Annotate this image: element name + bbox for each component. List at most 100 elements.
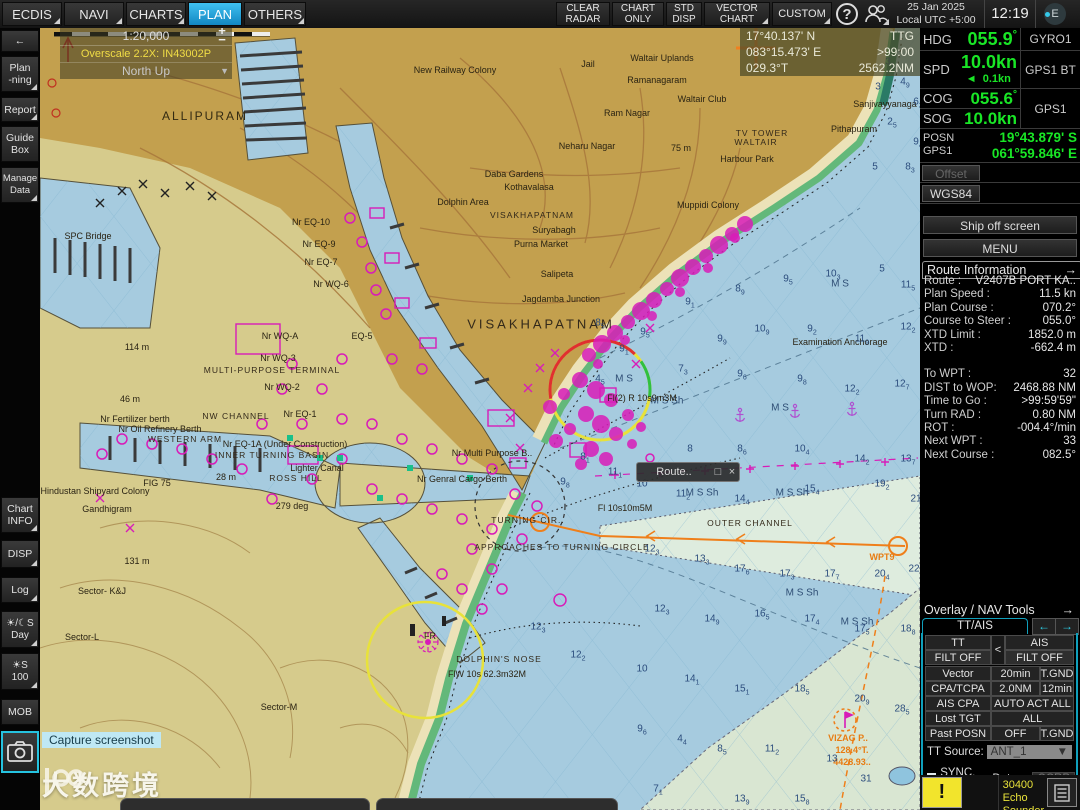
ais-filter-button[interactable]: FILT OFF (1005, 650, 1074, 665)
tab-plan[interactable]: PLAN (188, 2, 242, 26)
tt-ais-cell[interactable]: OFF (991, 726, 1040, 741)
route-information-fields: Route : V2407B PORT KA.. Plan Speed :11.5 … (924, 275, 1076, 462)
scale-control: 1:20,000 + − Overscale 2.2X: IN43002P No… (60, 28, 232, 79)
top-menu-bar: ECDIS NAVI CHARTS PLAN OTHERS CLEAR RADA… (0, 0, 1080, 28)
wgs84-button[interactable]: WGS84 (922, 185, 980, 202)
tt-ais-cell[interactable]: 20min (991, 666, 1040, 681)
custom-button[interactable]: CUSTOM (772, 2, 832, 26)
tt-ais-cell[interactable]: 12min (1040, 681, 1074, 696)
disp-button[interactable]: DISP (1, 540, 39, 568)
minimize-icon[interactable]: □ (711, 466, 725, 478)
chart-symbol (671, 269, 689, 287)
offset-button[interactable]: Offset (922, 165, 980, 181)
overlay-nav-tools-header[interactable]: Overlay / NAV Tools → (924, 603, 1074, 617)
chevron-down-icon: ▼ (1056, 746, 1068, 758)
chart-symbol (467, 475, 473, 481)
chart-symbol (627, 439, 637, 449)
cursor-lon: 083°15.473' E (746, 45, 822, 59)
route-field: DIST to WOP: 2468.88 NM (924, 381, 1076, 394)
route-field: Plan Course :070.2° (924, 301, 1076, 314)
chart-symbol (699, 249, 713, 263)
users-icon[interactable] (862, 2, 890, 26)
tt-ais-cell[interactable]: Lost TGT (925, 711, 991, 726)
menu-button[interactable]: MENU (923, 239, 1077, 257)
zoom-out-button[interactable]: − (214, 33, 230, 46)
vector-chart-button[interactable]: VECTOR CHART (704, 2, 770, 26)
ttg-label: TTG (890, 29, 914, 43)
datum-row: WGS84 (920, 183, 1080, 204)
watermark-logo (45, 768, 85, 794)
report-button[interactable]: Report (1, 97, 39, 122)
tt-ais-cell[interactable]: Vector (925, 666, 991, 681)
tab-navi[interactable]: NAVI (64, 2, 124, 26)
overscale-warning: Overscale 2.2X: IN43002P (80, 48, 212, 60)
chart-symbol (287, 435, 293, 441)
route-popup[interactable]: Route.. □ × (636, 462, 740, 482)
chart-symbol (575, 458, 587, 470)
chart-symbol (703, 263, 713, 273)
cog-readout: COG 055.6° (920, 89, 1020, 109)
alarm-button[interactable]: ! (922, 777, 962, 808)
tt-filter-button[interactable]: FILT OFF (925, 650, 991, 665)
tt-ais-tab[interactable]: TT/AIS (922, 618, 1028, 634)
log-button[interactable]: Log (1, 577, 39, 603)
close-icon[interactable]: × (725, 466, 739, 478)
ship-off-screen-button[interactable]: Ship off screen (923, 216, 1077, 234)
chart-symbol (621, 315, 635, 329)
chart-symbol (675, 287, 685, 297)
sun-icon: ☀ (12, 659, 22, 671)
ais-header[interactable]: AIS (1005, 635, 1074, 650)
alert-list-button[interactable] (1047, 778, 1077, 807)
chart-symbol (599, 452, 613, 466)
tt-ais-cell[interactable]: T.GND (1040, 666, 1074, 681)
tt-ais-cell[interactable]: AUTO ACT ALL (991, 696, 1074, 711)
user-avatar[interactable]: E (1044, 3, 1066, 25)
capture-screenshot-tooltip: Capture screenshot (42, 732, 161, 748)
cursor-info-panel: 17°40.137' N TTG 083°15.473' E >99:00 029.… (740, 28, 920, 76)
tt-ais-cell[interactable]: ALL (991, 711, 1074, 726)
left-toolbar: ← Plan -ning Report Guide Box Manage Data C… (0, 28, 40, 810)
cursor-distance: 2562.2NM (858, 61, 914, 75)
mob-button[interactable]: MOB (1, 699, 39, 725)
chart-area[interactable]: New Railway Colony Jail Waltair Uplands Ram… (40, 28, 920, 810)
manage-data-button[interactable]: Manage Data (1, 167, 39, 203)
chart-symbol (337, 455, 343, 461)
chart-symbol (587, 381, 605, 399)
date-display: 25 Jan 2025 Local UTC +5:00 (893, 1, 979, 27)
cursor-lat: 17°40.137' N (746, 29, 816, 43)
date-text: 25 Jan 2025 (907, 1, 965, 13)
route-field: XTD Limit :1852.0 m (924, 328, 1076, 341)
planning-button[interactable]: Plan -ning (1, 56, 39, 92)
day-night-button[interactable]: ☀/☾S Day (1, 611, 39, 648)
back-button[interactable]: ← (1, 30, 39, 52)
clear-radar-button[interactable]: CLEAR RADAR (556, 2, 610, 26)
tt-source-select[interactable]: ANT_1 ▼ (986, 745, 1072, 759)
brightness-button[interactable]: ☀S 100 (1, 653, 39, 690)
tt-ais-cell[interactable]: CPA/TCPA (925, 681, 991, 696)
tab-charts[interactable]: CHARTS (126, 2, 186, 26)
tt-ais-cell[interactable]: 2.0NM (991, 681, 1040, 696)
alert-message[interactable]: 30400Echo Sounder .. (999, 775, 1045, 810)
tt-ais-link[interactable]: < (991, 635, 1005, 665)
tab-ecdis[interactable]: ECDIS (2, 2, 62, 26)
chart-symbol (558, 388, 570, 400)
back-arrow-icon: ← (14, 35, 26, 47)
tt-header[interactable]: TT (925, 635, 991, 650)
chart-only-button[interactable]: CHART ONLY (612, 2, 664, 26)
help-icon[interactable]: ? (836, 3, 858, 25)
guide-box-button[interactable]: Guide Box (1, 126, 39, 162)
orientation-selector[interactable]: North Up ▼ (60, 62, 232, 79)
cursor-bearing: 029.3°T (746, 61, 789, 75)
chart-symbol (377, 495, 383, 501)
tab-others[interactable]: OTHERS (244, 2, 306, 26)
tt-ais-cell[interactable]: Past POSN (925, 726, 991, 741)
tt-ais-cell[interactable]: T.GND (1040, 726, 1074, 741)
tt-ais-cell[interactable]: AIS CPA (925, 696, 991, 711)
chart-symbol (543, 400, 557, 414)
route-field: Time to Go : >99:59'59" (924, 395, 1076, 408)
chart-symbol (592, 415, 610, 433)
std-disp-button[interactable]: STD DISP (666, 2, 702, 26)
chart-info-button[interactable]: Chart INFO (1, 497, 39, 533)
chart-symbol (582, 348, 596, 362)
capture-screenshot-button[interactable] (1, 731, 39, 773)
